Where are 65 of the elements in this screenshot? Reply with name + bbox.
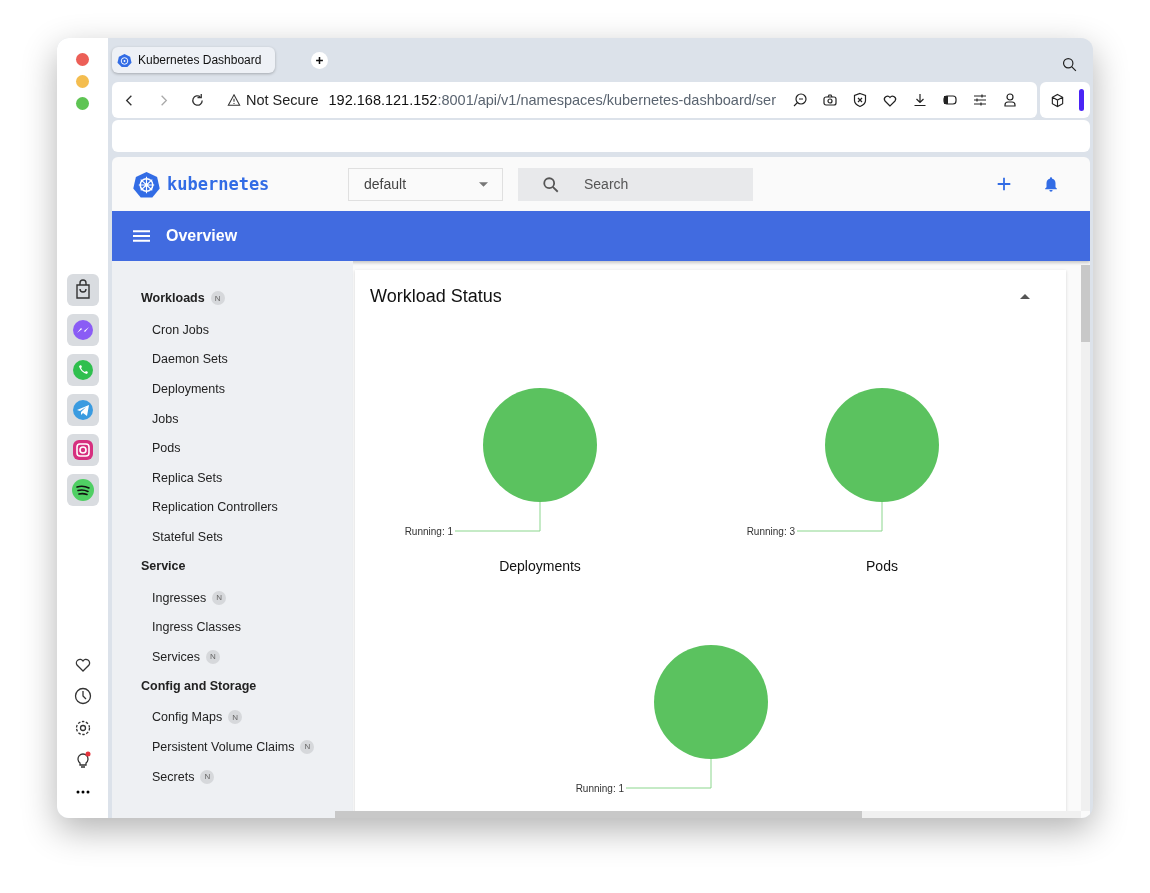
section-title[interactable]: Service xyxy=(141,558,186,573)
menu-icon[interactable] xyxy=(133,230,150,242)
bell-icon[interactable] xyxy=(1042,175,1060,193)
nav-item[interactable]: Config Maps xyxy=(152,710,223,725)
value-label: Running: 1 xyxy=(404,525,453,537)
close-button[interactable] xyxy=(76,53,89,66)
section-title[interactable]: Workloads xyxy=(141,291,205,305)
paper-plane-icon[interactable] xyxy=(66,394,99,426)
search-field[interactable]: Search xyxy=(518,167,753,201)
namespaced-badge: N xyxy=(300,739,315,754)
namespaced-badge: N xyxy=(200,769,215,784)
cube-icon[interactable] xyxy=(1050,92,1065,108)
chart-title: Pods xyxy=(866,557,898,576)
shield-icon[interactable] xyxy=(851,92,868,108)
nav-item[interactable]: Pods xyxy=(152,441,181,456)
heart-icon[interactable] xyxy=(881,92,898,108)
warning-icon xyxy=(227,93,241,107)
nav-item[interactable]: Services xyxy=(152,649,200,664)
section-title[interactable]: Config and Storage xyxy=(141,678,257,693)
nav-item[interactable]: Ingress Classes xyxy=(152,620,241,635)
browser-tab[interactable]: Kubernetes Dashboard xyxy=(112,47,276,73)
nav-item[interactable]: Secrets xyxy=(152,769,195,784)
page-title: Overview xyxy=(166,227,238,245)
zoom-out-icon[interactable] xyxy=(791,92,808,108)
plus-icon[interactable] xyxy=(995,175,1013,193)
dropdown-caret-icon xyxy=(479,181,488,187)
search-icon[interactable] xyxy=(1061,55,1078,73)
sidebar-toggle-icon[interactable] xyxy=(941,92,958,108)
camera-icon[interactable] xyxy=(821,92,838,108)
helm-wheel-icon xyxy=(117,52,132,68)
value-label: Running: 1 xyxy=(575,782,624,794)
camera-app-icon[interactable] xyxy=(66,434,99,466)
address-bar[interactable]: Not Secure 192.168.121.152:8001/api/v1/namespaces/kubernetes-dashboard/ser xyxy=(112,82,1037,118)
namespaced-badge: N xyxy=(205,649,220,664)
security-label: Not Secure xyxy=(246,92,319,108)
shopping-bag-icon[interactable] xyxy=(66,274,99,306)
nav-item[interactable]: Stateful Sets xyxy=(152,529,223,544)
sliders-icon[interactable] xyxy=(971,92,988,108)
nav-item[interactable]: Persistent Volume Claims xyxy=(152,739,295,754)
namespace-select[interactable]: default xyxy=(348,167,503,201)
namespaced-badge: N xyxy=(212,590,227,605)
scrollbar[interactable] xyxy=(335,811,1081,818)
reload-icon[interactable] xyxy=(190,92,205,108)
nav-item[interactable]: Replica Sets xyxy=(152,470,223,485)
nav-item[interactable]: Daemon Sets xyxy=(152,352,228,367)
profile-icon[interactable] xyxy=(1001,92,1018,108)
nav-item[interactable]: Replication Controllers xyxy=(152,500,278,515)
clock-icon[interactable] xyxy=(72,686,93,706)
new-tab-button[interactable] xyxy=(311,51,329,69)
chart-title: Deployments xyxy=(499,557,581,576)
value-label: Running: 3 xyxy=(746,525,795,537)
scrollbar[interactable] xyxy=(1081,265,1090,811)
logo-text[interactable]: kubernetes xyxy=(167,174,270,194)
status-indicator xyxy=(1079,89,1084,111)
url-text: 192.168.121.152:8001/api/v1/namespaces/kubernetes-dashboard/ser xyxy=(328,92,776,108)
nav-item[interactable]: Deployments xyxy=(152,382,225,396)
namespaced-badge: N xyxy=(228,710,243,725)
card-title: Workload Status xyxy=(370,285,502,307)
collapse-caret-icon[interactable] xyxy=(1020,293,1030,299)
search-icon xyxy=(542,175,560,194)
nav-item[interactable]: Jobs xyxy=(152,411,179,426)
nav-item[interactable]: Cron Jobs xyxy=(152,322,209,337)
namespaced-badge: N xyxy=(210,291,225,305)
helm-wheel-icon xyxy=(133,170,160,198)
nav-item[interactable]: Ingresses xyxy=(152,590,207,605)
